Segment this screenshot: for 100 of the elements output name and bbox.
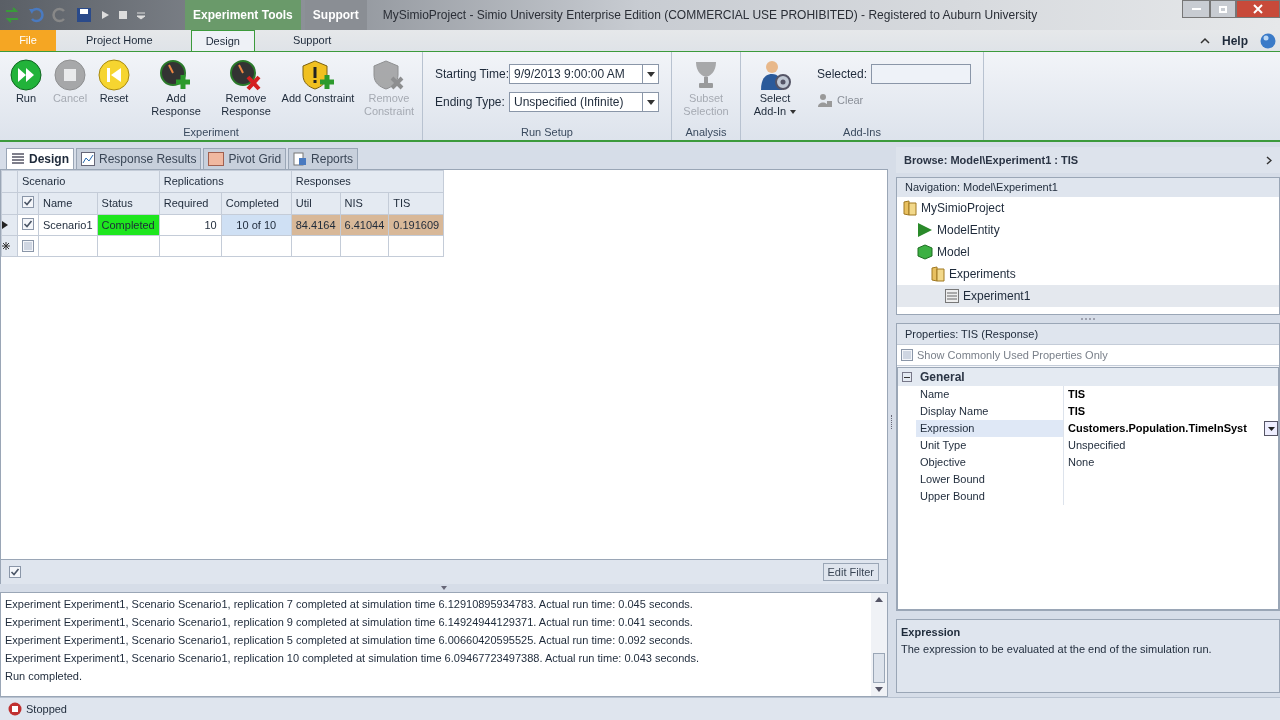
edit-filter-button[interactable]: Edit Filter [822, 562, 879, 582]
dropdown-field[interactable]: 9/9/2013 9:00:00 AM [509, 64, 659, 84]
column-header[interactable]: Required [159, 192, 222, 215]
table-cell: 10 [159, 214, 222, 236]
ribbon-button[interactable]: Select Add-In [745, 54, 805, 120]
caret-icon [790, 110, 797, 115]
checkbox[interactable] [901, 349, 913, 361]
chevron-right-icon[interactable] [1266, 155, 1272, 165]
table-cell: Scenario1 [38, 214, 98, 236]
scroll-down-icon[interactable] [875, 687, 883, 692]
tree-item[interactable]: Experiment1 [897, 285, 1279, 307]
property-row[interactable]: Objective None [898, 454, 1278, 471]
column-header[interactable]: NIS [340, 192, 389, 215]
ribbon-tab[interactable]: Design [190, 30, 255, 51]
ribbon-tab[interactable]: Project Home [72, 30, 167, 51]
scrollbar[interactable] [871, 593, 887, 696]
property-row[interactable]: Upper Bound [898, 488, 1278, 505]
folder-icon [931, 266, 945, 282]
ribbon-group-label: Run Setup [520, 125, 574, 140]
ribbon-button[interactable]: Add Constraint [276, 54, 360, 120]
category-label: General [920, 369, 965, 386]
save-icon[interactable] [76, 7, 92, 23]
ribbon-button[interactable]: Reset [92, 54, 136, 120]
minimize-button[interactable] [1182, 0, 1210, 18]
scroll-up-icon[interactable] [875, 597, 883, 602]
report-icon [293, 152, 308, 166]
log-line: Run completed. [5, 669, 84, 684]
close-button[interactable] [1236, 0, 1280, 18]
document-tab[interactable]: Response Results [76, 148, 202, 169]
checkbox-label: Show Commonly Used Properties Only [917, 347, 1108, 363]
ribbon-button[interactable]: Run [4, 54, 48, 120]
property-row[interactable]: Name TIS [898, 386, 1278, 403]
property-value: None [1068, 455, 1095, 471]
scroll-thumb[interactable] [873, 653, 885, 683]
property-value: Customers.Population.TimeInSyst [1068, 421, 1247, 437]
property-value: Unspecified [1068, 438, 1126, 454]
play-icon[interactable] [100, 10, 110, 20]
tree-item[interactable]: ModelEntity [897, 219, 1279, 241]
ribbon-button[interactable]: Add Response [136, 54, 216, 120]
dropdown-field[interactable]: Unspecified (Infinite) [509, 92, 659, 112]
field-label: Selected: [817, 66, 868, 83]
column-header[interactable]: Status [97, 192, 160, 215]
new-row-icon [2, 242, 10, 250]
property-row[interactable]: Unit Type Unspecified [898, 437, 1278, 454]
column-header[interactable]: Util [291, 192, 340, 215]
tree-item[interactable]: Model [897, 241, 1279, 263]
input-field[interactable] [871, 64, 972, 84]
ribbon-group-label: Add-Ins [842, 125, 882, 140]
property-name: Name [916, 386, 1064, 403]
row-pointer-icon [2, 221, 8, 229]
ribbon-icon [758, 58, 792, 92]
document-tab[interactable]: Reports [288, 148, 359, 169]
ribbon-tab[interactable]: Support [278, 30, 346, 51]
property-name: Expression [916, 420, 1064, 437]
filter-checkbox[interactable] [9, 566, 21, 578]
checkbox[interactable] [22, 217, 34, 230]
column-header[interactable]: TIS [388, 192, 444, 215]
column-group-header: Responses [291, 170, 444, 193]
property-value: TIS [1068, 387, 1086, 403]
property-name: Upper Bound [916, 488, 1064, 505]
help-globe-icon[interactable] [1260, 32, 1276, 49]
ribbon-icon [229, 58, 263, 92]
property-row[interactable]: Lower Bound [898, 471, 1278, 488]
property-row[interactable]: Expression Customers.Population.TimeInSyst [898, 420, 1278, 437]
folder-icon [903, 200, 917, 216]
ribbon-icon [98, 58, 130, 92]
chart-icon [81, 152, 95, 166]
ribbon-icon [372, 58, 406, 92]
property-name: Unit Type [916, 437, 1064, 454]
description-title: Expression [901, 625, 962, 640]
collapse-ribbon-icon[interactable] [1200, 36, 1210, 45]
log-line: Experiment Experiment1, Scenario Scenario1, replication 5 completed at simulation time 6.00660420595525. Actual run time: 0.092 seconds. [5, 633, 694, 648]
ribbon-button[interactable]: Remove Response [216, 54, 276, 120]
checkbox[interactable] [22, 239, 34, 252]
field-label: Ending Type: [435, 94, 505, 111]
property-name: Objective [916, 454, 1064, 471]
person-icon [817, 92, 833, 109]
list-icon [945, 289, 959, 303]
column-header[interactable]: Completed [221, 192, 292, 215]
column-group-header: Scenario [17, 170, 160, 193]
help-button[interactable]: Help [1222, 31, 1248, 50]
list-icon [11, 152, 25, 166]
tree-item[interactable]: Experiments [897, 263, 1279, 285]
checkbox[interactable] [22, 196, 34, 209]
column-header[interactable]: Name [38, 192, 98, 215]
window-title: MySimioProject - Simio University Enterprise Edition (COMMERCIAL USE PROHIBITED) - Registered to Auburn University [382, 7, 1038, 24]
document-tab[interactable]: Pivot Grid [203, 148, 287, 169]
ribbon-group-label: Experiment [182, 125, 240, 140]
maximize-button[interactable] [1210, 0, 1236, 18]
ribbon-icon [159, 58, 193, 92]
dropdown-icon[interactable] [136, 10, 146, 20]
tree-item[interactable]: MySimioProject [897, 197, 1279, 219]
navigation-header: Navigation: Model\Experiment1 [897, 178, 1279, 197]
collapse-toggle[interactable] [902, 372, 912, 382]
properties-header: Properties: TIS (Response) [897, 324, 1279, 344]
stop-icon[interactable] [118, 10, 128, 20]
document-tab[interactable]: Design [6, 148, 74, 169]
splitter-arrow-icon[interactable] [441, 586, 447, 590]
ribbon-icon [54, 58, 86, 92]
property-value: TIS [1068, 404, 1086, 420]
